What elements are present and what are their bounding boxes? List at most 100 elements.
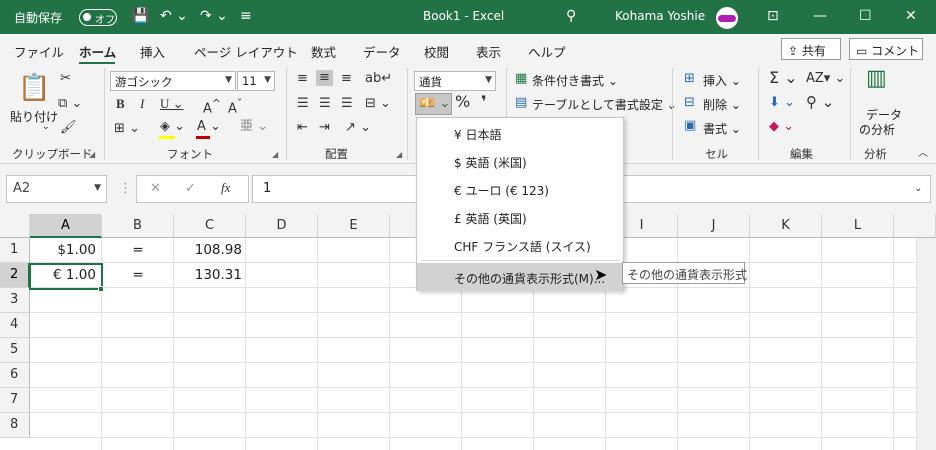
italic-icon[interactable]: I	[140, 97, 144, 111]
column-header-b[interactable]: B	[102, 214, 174, 238]
cell-c1[interactable]: 108.98	[174, 238, 242, 263]
conditional-format-icon[interactable]: ▦	[515, 72, 527, 86]
user-name[interactable]: Kohama Yoshie	[615, 9, 705, 23]
insert-function-icon[interactable]: fx	[221, 181, 230, 195]
column-header-m[interactable]	[894, 214, 936, 238]
tab-help[interactable]: ヘルプ	[528, 42, 566, 61]
column-header-c[interactable]: C	[174, 214, 246, 238]
border-icon[interactable]: ⊞ ⌄	[114, 122, 140, 136]
paste-icon[interactable]: 📋	[18, 74, 50, 102]
row-header-7[interactable]: 7	[0, 388, 30, 413]
tab-view[interactable]: 表示	[476, 42, 501, 61]
tab-formulas[interactable]: 数式	[311, 42, 336, 61]
vertical-scrollbar[interactable]	[916, 238, 936, 450]
align-right-icon[interactable]: ☰	[341, 97, 353, 111]
increase-font-icon[interactable]: A^	[203, 97, 221, 116]
maximize-icon[interactable]: ☐	[859, 8, 872, 24]
bold-icon[interactable]: B	[116, 97, 125, 111]
customize-qat-icon[interactable]: ≡	[240, 8, 252, 24]
insert-cells-button[interactable]: 挿入 ⌄	[703, 72, 741, 89]
format-cells-button[interactable]: 書式 ⌄	[703, 120, 741, 137]
row-header-5[interactable]: 5	[0, 338, 30, 363]
fill-handle[interactable]	[98, 286, 104, 292]
column-header-e[interactable]: E	[318, 214, 390, 238]
decrease-font-icon[interactable]: Aˇ	[228, 97, 242, 116]
font-color-icon[interactable]: A ⌄	[197, 120, 221, 134]
alignment-launcher-icon[interactable]: ◢	[396, 150, 402, 159]
insert-cells-icon[interactable]: ⊞	[684, 72, 695, 86]
sort-filter-icon[interactable]: AZ▾ ⌄	[806, 72, 845, 86]
tab-page-layout[interactable]: ページ レイアウト	[194, 42, 298, 61]
paste-chevron-icon[interactable]: ⌄	[42, 122, 50, 132]
font-name-select[interactable]: 游ゴシック ▼	[110, 71, 236, 91]
row-header-3[interactable]: 3	[0, 288, 30, 313]
format-painter-icon[interactable]: 🖌	[60, 121, 77, 135]
align-center-icon[interactable]: ☰	[319, 97, 331, 111]
comment-button[interactable]: ▭ コメント	[849, 38, 923, 60]
cell-b1[interactable]: =	[102, 238, 174, 263]
currency-item-chf[interactable]: CHF フランス語 (スイス)	[417, 231, 623, 259]
column-header-d[interactable]: D	[246, 214, 318, 238]
currency-item-usd[interactable]: $ 英語 (米国)	[417, 147, 623, 175]
clipboard-launcher-icon[interactable]: ◢	[89, 150, 95, 159]
tab-home[interactable]: ホーム	[79, 42, 116, 61]
row-header-6[interactable]: 6	[0, 363, 30, 388]
share-button[interactable]: ⇪ 共有	[781, 38, 841, 60]
clear-icon[interactable]: ◆ ⌄	[769, 120, 794, 134]
autosum-icon[interactable]: Σ ⌄	[769, 70, 798, 86]
currency-item-eur[interactable]: € ユーロ (€ 123)	[417, 175, 623, 203]
underline-icon[interactable]: U ⌄	[160, 97, 184, 111]
fill-color-icon[interactable]: ◈ ⌄	[160, 120, 185, 134]
phonetic-icon[interactable]: 亜 ⌄	[240, 120, 268, 134]
ribbon-display-icon[interactable]: ⊡	[767, 8, 779, 24]
cell-a1[interactable]: $1.00	[30, 238, 96, 263]
delete-cells-icon[interactable]: ⊟	[684, 96, 695, 110]
copy-icon[interactable]: ⧉ ⌄	[58, 97, 82, 111]
expand-formula-icon[interactable]: ⌄	[914, 182, 922, 196]
cancel-icon[interactable]: ✕	[150, 182, 161, 196]
percent-icon[interactable]: %	[455, 94, 470, 110]
currency-item-jpy[interactable]: ¥ 日本語	[417, 119, 623, 147]
find-select-icon[interactable]: ⚲ ⌄	[806, 95, 834, 110]
save-icon[interactable]: 💾	[132, 8, 149, 24]
undo-icon[interactable]: ↶ ⌄	[160, 8, 188, 24]
align-middle-icon[interactable]: ≡	[316, 70, 333, 86]
analyze-data-line2[interactable]: の分析	[859, 121, 895, 138]
format-table-button[interactable]: テーブルとして書式設定 ⌄	[532, 96, 677, 113]
column-header-a[interactable]: A	[30, 214, 102, 238]
tab-data[interactable]: データ	[363, 42, 401, 61]
row-header-8[interactable]: 8	[0, 413, 30, 438]
column-header-k[interactable]: K	[750, 214, 822, 238]
font-launcher-icon[interactable]: ◢	[272, 150, 278, 159]
format-table-icon[interactable]: ▤	[515, 96, 527, 110]
cell-b2[interactable]: =	[102, 263, 174, 288]
autosave-toggle[interactable]: オフ	[79, 9, 117, 26]
tab-insert[interactable]: 挿入	[140, 42, 165, 61]
increase-indent-icon[interactable]: ⇥	[319, 121, 330, 135]
row-header-4[interactable]: 4	[0, 313, 30, 338]
row-header-1[interactable]: 1	[0, 238, 30, 263]
collapse-ribbon-icon[interactable]: ︿	[918, 147, 928, 161]
minimize-icon[interactable]: —	[813, 8, 827, 24]
more-currency-formats-item[interactable]: その他の通貨表示形式(M)...	[417, 263, 623, 291]
name-box[interactable]: A2 ▼	[6, 175, 107, 203]
analyze-data-icon[interactable]: ▥	[866, 68, 887, 90]
currency-format-button[interactable]: 💴 ⌄	[415, 93, 452, 115]
avatar[interactable]	[716, 7, 738, 29]
paste-label[interactable]: 貼り付け	[10, 108, 58, 125]
orientation-icon[interactable]: ↗ ⌄	[345, 121, 371, 135]
number-format-select[interactable]: 通貨 ▼	[414, 71, 496, 91]
redo-icon[interactable]: ↷ ⌄	[200, 8, 228, 24]
close-icon[interactable]: ✕	[905, 8, 917, 24]
conditional-format-button[interactable]: 条件付き書式 ⌄	[532, 72, 618, 89]
wrap-text-icon[interactable]: ab↵	[365, 72, 392, 86]
search-icon[interactable]: ⚲	[566, 8, 576, 24]
merge-center-icon[interactable]: ⊟ ⌄	[365, 97, 391, 111]
enter-icon[interactable]: ✓	[185, 182, 196, 196]
tab-file[interactable]: ファイル	[14, 42, 64, 61]
decrease-indent-icon[interactable]: ⇤	[297, 121, 308, 135]
align-bottom-icon[interactable]: ≡	[341, 72, 352, 86]
column-header-j[interactable]: J	[678, 214, 750, 238]
cut-icon[interactable]: ✂	[60, 72, 71, 86]
format-cells-icon[interactable]: ▣	[684, 119, 696, 133]
